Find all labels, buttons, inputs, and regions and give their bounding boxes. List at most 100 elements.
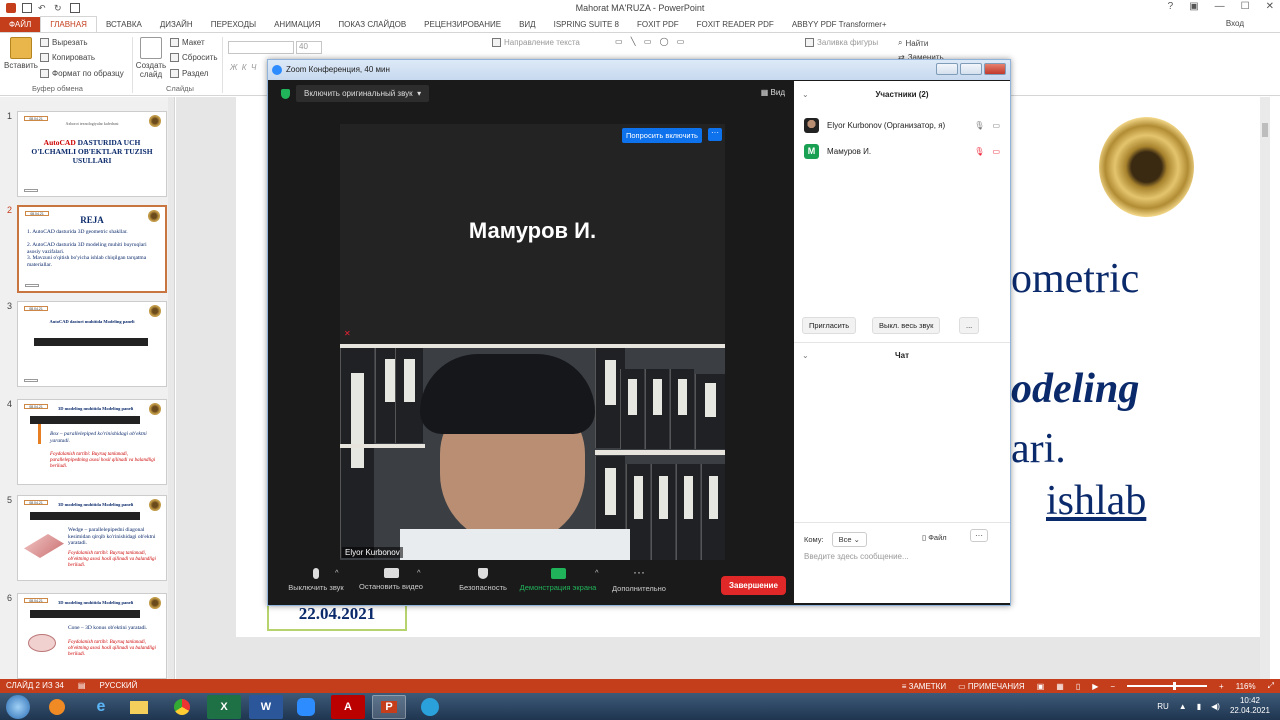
zoom-in-icon[interactable]: + (1219, 682, 1224, 691)
paste-button[interactable]: Вставить (4, 37, 38, 70)
excel-icon[interactable]: X (207, 695, 241, 719)
comments-button[interactable]: ▭ ПРИМЕЧАНИЯ (958, 682, 1025, 691)
chat-file-button[interactable]: ▯ Файл (922, 533, 947, 542)
zoom-slider-thumb[interactable] (1173, 682, 1177, 690)
layout-button[interactable]: Макет (170, 38, 205, 47)
participants-more-button[interactable]: ... (959, 317, 980, 334)
share-screen-button[interactable]: Демонстрация экрана (513, 568, 603, 592)
find-button[interactable]: ⌕ Найти (898, 38, 928, 48)
help-icon[interactable]: ? (1168, 1, 1174, 12)
mute-all-button[interactable]: Выкл. весь звук (872, 317, 941, 334)
mute-button[interactable]: Выключить звук (281, 568, 351, 592)
scroll-thumb[interactable] (1262, 123, 1268, 137)
zoom-app-icon[interactable] (289, 695, 323, 719)
notes-button[interactable]: ≡ ЗАМЕТКИ (902, 682, 946, 691)
video-tile[interactable]: Elyor Kurbonov (340, 344, 725, 560)
tab-abbyy[interactable]: ABBYY PDF Transformer+ (783, 17, 896, 32)
tab-insert[interactable]: ВСТАВКА (97, 17, 151, 32)
spellcheck-icon[interactable]: ▤ (78, 681, 86, 690)
participant-tile[interactable]: Попросить включить ··· Мамуров И. ✕ (340, 124, 725, 344)
security-button[interactable]: Безопасность (453, 568, 513, 592)
language-tray[interactable]: RU (1157, 702, 1169, 711)
tab-foxit-reader[interactable]: FOXIT READER PDF (688, 17, 783, 32)
audio-options-chevron-icon[interactable]: ^ (335, 568, 339, 577)
cut-button[interactable]: Вырезать (40, 38, 88, 47)
start-button-icon[interactable] (6, 695, 30, 719)
volume-icon[interactable]: ◀) (1211, 702, 1220, 711)
slide-thumbnail[interactable]: 08.04.21 3D modeling muhitida Modeling p… (17, 495, 167, 581)
minimize-icon[interactable]: — (1215, 1, 1225, 12)
telegram-icon[interactable] (413, 695, 447, 719)
minimize-icon[interactable] (936, 63, 958, 75)
slide-thumbnail[interactable]: 08.04.21 3D modeling muhitida Modeling p… (17, 593, 167, 679)
encryption-shield-icon[interactable] (281, 88, 290, 99)
tab-foxit-pdf[interactable]: FOXIT PDF (628, 17, 688, 32)
copy-button[interactable]: Копировать (40, 53, 95, 62)
new-slide-button[interactable]: Создать слайд (136, 37, 166, 79)
slide-thumbnail[interactable]: 08.04.21 Axborot texnologiyalar kafedras… (17, 111, 167, 197)
tab-slideshow[interactable]: ПОКАЗ СЛАЙДОВ (329, 17, 415, 32)
acrobat-icon[interactable]: A (331, 695, 365, 719)
editor-scrollbar[interactable] (1260, 97, 1270, 679)
tray-arrow-icon[interactable]: ▲ (1179, 702, 1187, 711)
zoom-level[interactable]: 116% (1236, 682, 1256, 691)
zoom-out-icon[interactable]: − (1110, 682, 1115, 691)
video-options-chevron-icon[interactable]: ^ (417, 568, 421, 577)
font-size-box[interactable]: 40 (296, 41, 322, 54)
powerpoint-taskbar-icon[interactable]: P (372, 695, 406, 719)
tab-animations[interactable]: АНИМАЦИЯ (265, 17, 329, 32)
tab-file[interactable]: ФАЙЛ (0, 17, 41, 32)
format-painter-button[interactable]: Формат по образцу (40, 69, 124, 78)
chat-message-input[interactable]: Введите здесь сообщение... (804, 552, 909, 561)
maximize-icon[interactable] (960, 63, 982, 75)
maximize-icon[interactable]: ☐ (1241, 1, 1250, 12)
ask-to-unmute-button[interactable]: Попросить включить (622, 128, 702, 143)
share-options-chevron-icon[interactable]: ^ (595, 568, 599, 577)
shape-fill-button[interactable]: Заливка фигуры (805, 38, 878, 47)
ribbon-options-icon[interactable]: ▣ (1189, 1, 1198, 12)
zoom-slider[interactable] (1127, 682, 1208, 690)
close-icon[interactable]: ✕ (1266, 1, 1274, 12)
chrome-icon[interactable] (165, 695, 199, 719)
clock[interactable]: 10:42 22.04.2021 (1230, 696, 1270, 716)
participant-row[interactable]: Elyor Kurbonov (Организатор, я) 🎙 ▭ (804, 118, 1000, 133)
font-name-box[interactable] (228, 41, 294, 54)
muted-mic-icon[interactable]: 🎙 (974, 147, 984, 156)
word-icon[interactable]: W (249, 695, 283, 719)
explorer-icon[interactable] (122, 695, 156, 719)
tile-more-button[interactable]: ··· (708, 128, 722, 141)
tab-design[interactable]: ДИЗАЙН (151, 17, 202, 32)
slideshow-view-icon[interactable]: ▶ (1092, 682, 1098, 691)
reading-view-icon[interactable]: ▯ (1076, 682, 1080, 691)
original-sound-button[interactable]: Включить оригинальный звук ▾ (296, 85, 430, 102)
chat-recipient-select[interactable]: Все ⌄ (831, 532, 867, 547)
view-button[interactable]: ▦ Вид (761, 88, 785, 97)
slide-thumbnail-selected[interactable]: 08.04.21 REJA 1. AutoCAD dasturida 3D ge… (17, 205, 167, 293)
more-button[interactable]: ··· Дополнительно (606, 566, 672, 593)
invite-button[interactable]: Пригласить (802, 317, 857, 334)
reset-button[interactable]: Сбросить (170, 53, 218, 62)
close-icon[interactable] (984, 63, 1006, 75)
participant-row[interactable]: М Мамуров И. 🎙 ▭ (804, 144, 1000, 159)
shapes-gallery[interactable]: ▭ ╲ ▭ ◯ ▭ (615, 37, 687, 46)
login-link[interactable]: Вход (1226, 19, 1244, 28)
end-meeting-button[interactable]: Завершение (721, 576, 786, 595)
slide-thumbnail[interactable]: 08.04.21 3D modeling muhitida Modeling p… (17, 399, 167, 485)
normal-view-icon[interactable]: ▣ (1037, 682, 1045, 691)
panel-scrollbar[interactable] (168, 97, 174, 679)
sorter-view-icon[interactable]: ▦ (1056, 682, 1064, 691)
tab-home[interactable]: ГЛАВНАЯ (40, 16, 97, 32)
language-indicator[interactable]: РУССКИЙ (99, 681, 137, 690)
network-icon[interactable]: ▮ (1197, 702, 1201, 711)
chat-more-button[interactable]: ··· (970, 529, 988, 542)
tab-transitions[interactable]: ПЕРЕХОДЫ (202, 17, 265, 32)
tab-ispring[interactable]: ISPRING SUITE 8 (545, 17, 628, 32)
tab-view[interactable]: ВИД (510, 17, 545, 32)
video-off-icon[interactable]: ▭ (992, 147, 1000, 156)
microphone-icon[interactable]: 🎙 (974, 121, 984, 130)
slide-thumbnail[interactable]: 08.04.21 AutoCAD dasturi muhitida Modeli… (17, 301, 167, 387)
media-player-icon[interactable] (40, 695, 74, 719)
font-style-buttons[interactable]: Ж К Ч (230, 63, 256, 72)
video-camera-icon[interactable]: ▭ (992, 121, 1000, 130)
section-button[interactable]: Раздел (170, 69, 208, 78)
